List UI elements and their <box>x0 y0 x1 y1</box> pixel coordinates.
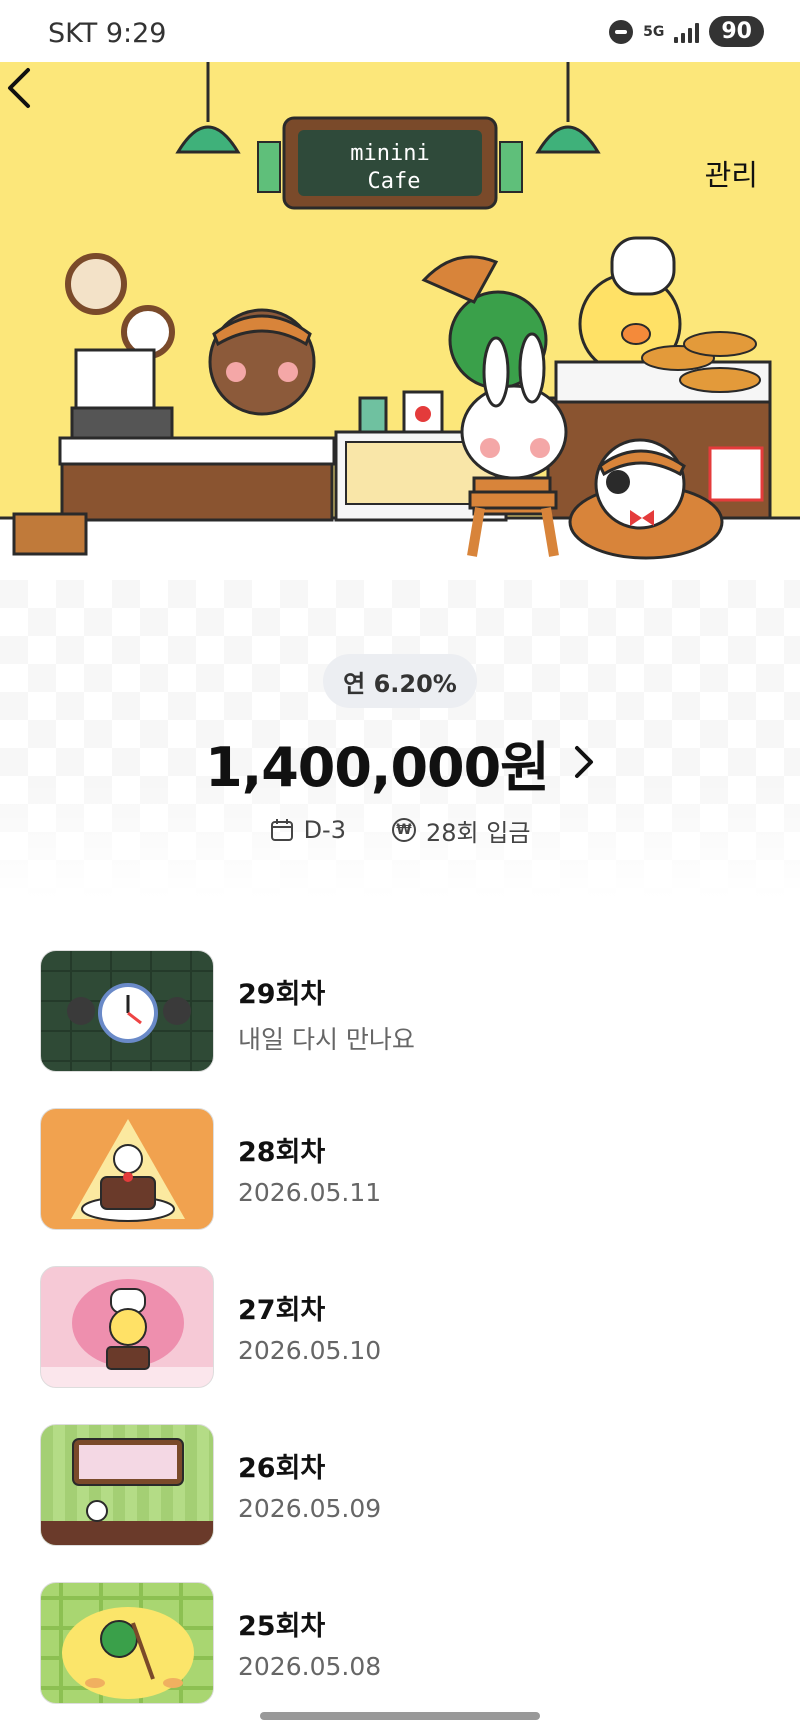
signal-icon <box>674 21 700 43</box>
installment-title: 25회차 <box>238 1611 326 1642</box>
sign-title-line1: minini <box>350 141 429 166</box>
won-coin-icon: ₩ <box>392 818 416 842</box>
installment-subtitle: 2026.05.10 <box>238 1336 382 1365</box>
deposit-count-label: 28회 입금 <box>426 818 531 847</box>
sign-title-line2: Cafe <box>368 169 421 194</box>
chevron-left-icon <box>8 68 30 108</box>
chevron-right-icon <box>574 746 593 778</box>
list-item[interactable]: 27회차 2026.05.10 <box>0 1260 800 1418</box>
list-item[interactable]: 26회차 2026.05.09 <box>0 1418 800 1576</box>
balance-amount: 1,400,000원 <box>205 735 550 799</box>
network-type: 5G <box>643 23 665 40</box>
list-item[interactable]: 29회차 내일 다시 만나요 <box>0 944 800 1102</box>
interest-rate-badge: 연 6.20% <box>323 654 477 708</box>
list-item[interactable]: 28회차 2026.05.11 <box>0 1102 800 1260</box>
status-carrier-time: SKT 9:29 <box>48 18 167 49</box>
calendar-icon <box>270 819 293 841</box>
installment-subtitle: 내일 다시 만나요 <box>238 1025 415 1054</box>
installment-subtitle: 2026.05.09 <box>238 1494 382 1523</box>
installment-thumbnail <box>40 1108 214 1230</box>
installment-subtitle: 2026.05.08 <box>238 1652 382 1681</box>
installment-subtitle: 2026.05.11 <box>238 1178 382 1207</box>
installment-title: 27회차 <box>238 1295 326 1326</box>
installment-thumbnail <box>40 950 214 1072</box>
installment-thumbnail <box>40 1266 214 1388</box>
installment-list: 29회차 내일 다시 만나요 28회차 2026.05.11 27회차 2026… <box>0 944 800 1734</box>
installment-title: 28회차 <box>238 1137 326 1168</box>
cafe-illustration: minini Cafe 관리 <box>0 62 800 580</box>
battery-indicator: 90 <box>709 16 764 47</box>
manage-button[interactable]: 관리 <box>705 152 758 194</box>
installment-thumbnail <box>40 1424 214 1546</box>
installment-title: 29회차 <box>238 979 326 1010</box>
back-button[interactable] <box>0 62 40 114</box>
status-bar: SKT 9:29 5G 90 <box>0 0 800 62</box>
savings-meta: D-3 ₩ 28회 입금 <box>0 810 800 850</box>
list-item[interactable]: 25회차 2026.05.08 <box>0 1576 800 1734</box>
installment-thumbnail <box>40 1582 214 1704</box>
installment-title: 26회차 <box>238 1453 326 1484</box>
do-not-disturb-icon <box>609 19 634 44</box>
balance-link[interactable]: 1,400,000원 <box>0 722 800 802</box>
home-indicator[interactable] <box>260 1712 540 1720</box>
d-day-label: D-3 <box>303 816 346 844</box>
